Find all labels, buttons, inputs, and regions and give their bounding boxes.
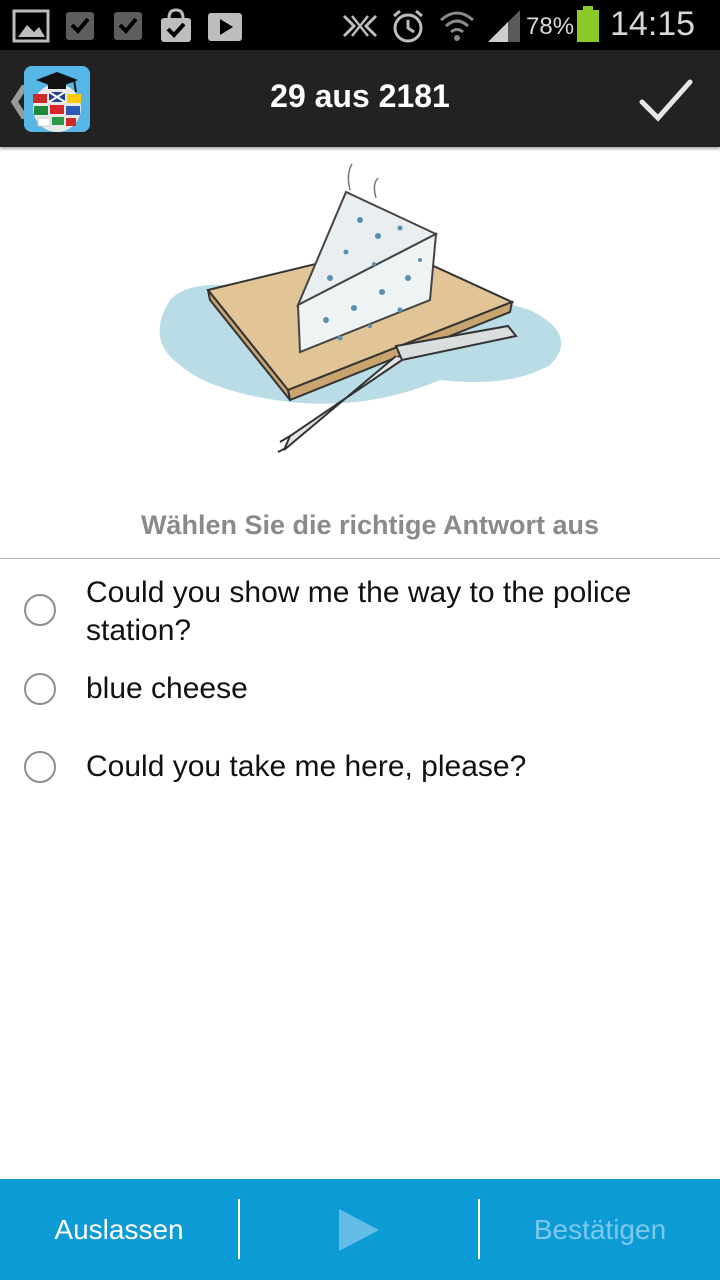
answer-label: Could you show me the way to the police …: [86, 576, 632, 647]
skip-button[interactable]: Auslassen: [0, 1179, 238, 1280]
answer-option[interactable]: Could you take me here, please?: [0, 748, 720, 792]
battery-icon: [577, 6, 599, 42]
status-clock: 14:15: [610, 5, 696, 43]
instruction-text: Wählen Sie die richtige Antwort aus: [140, 510, 600, 540]
confirm-button[interactable]: Bestätigen: [480, 1179, 720, 1280]
blue-cheese-illustration: [159, 163, 562, 453]
gallery-icon: [12, 9, 50, 43]
shopping-bag-icon: [161, 8, 191, 42]
status-bar: 78% 14:15: [0, 0, 720, 50]
play-store-icon: [208, 13, 242, 41]
task-check-icon: [114, 12, 142, 40]
progress-title: 29 aus 2181: [270, 78, 450, 114]
answer-option[interactable]: Could you show me the way to the police …: [0, 574, 720, 654]
wifi-icon: [440, 11, 474, 41]
task-check-icon: [66, 12, 94, 40]
answer-label: blue cheese: [86, 672, 248, 705]
play-arrow-icon: [339, 1208, 379, 1251]
alarm-icon: [393, 9, 423, 43]
bottom-bar: Auslassen Bestätigen: [0, 1179, 720, 1280]
answer-option[interactable]: blue cheese: [0, 670, 720, 714]
next-button[interactable]: [240, 1179, 478, 1280]
checkmark-icon[interactable]: [638, 72, 694, 128]
nfc-icon: [342, 14, 378, 38]
action-bar: ❮ 29 aus 2181: [0, 50, 720, 147]
radio-button[interactable]: [24, 751, 56, 783]
radio-button[interactable]: [24, 673, 56, 705]
divider: [0, 558, 720, 559]
radio-button[interactable]: [24, 594, 56, 626]
battery-percent: 78%: [526, 13, 575, 40]
signal-icon: [488, 10, 520, 42]
answer-label: Could you take me here, please?: [86, 750, 527, 783]
